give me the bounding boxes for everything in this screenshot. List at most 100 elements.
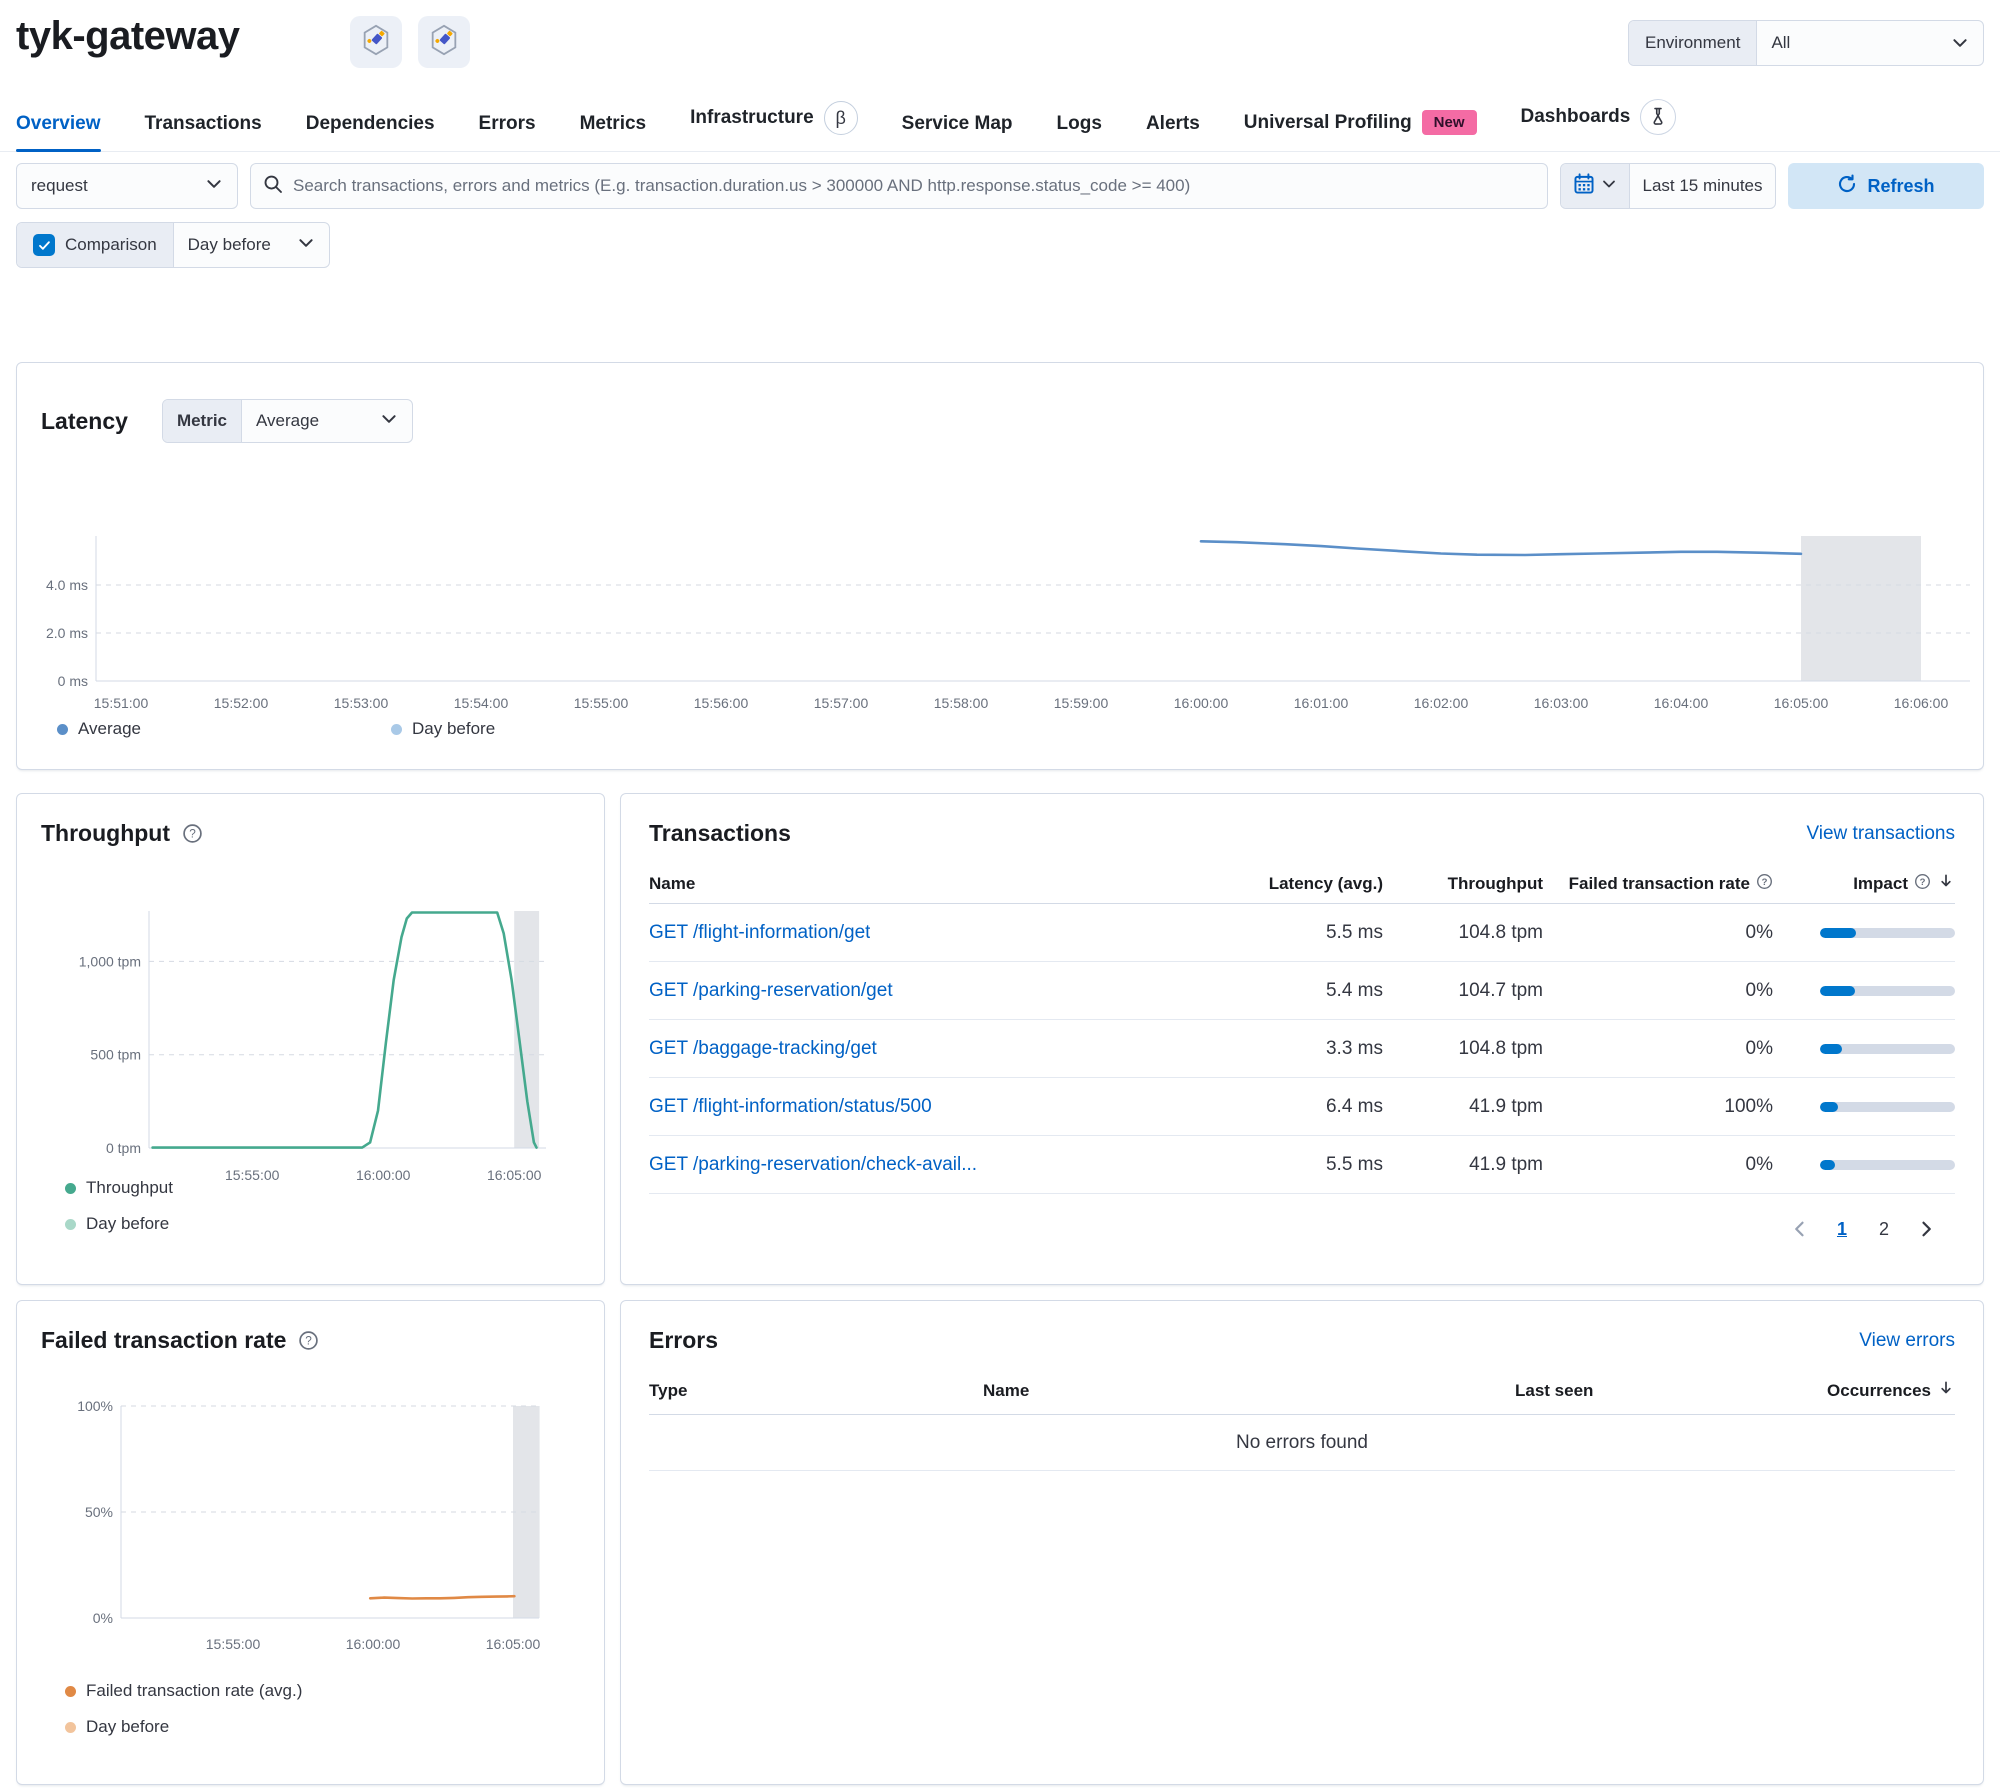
tab-alerts[interactable]: Alerts [1146, 113, 1200, 151]
tab-service-map[interactable]: Service Map [902, 113, 1013, 151]
sort-desc-icon [1937, 872, 1955, 895]
svg-text:15:55:00: 15:55:00 [206, 1636, 261, 1652]
comparison-select[interactable]: Day before [174, 223, 329, 267]
col-latency[interactable]: Latency (avg.) [1233, 874, 1383, 894]
search-input[interactable] [293, 176, 1535, 196]
chevron-down-icon [205, 175, 223, 198]
impact-bar [1820, 928, 1955, 938]
col-type[interactable]: Type [649, 1381, 983, 1401]
throughput-title: Throughput [41, 820, 171, 846]
help-icon: ? [1914, 873, 1931, 895]
legend-label: Day before [86, 1214, 170, 1233]
service-agent-button[interactable] [350, 16, 402, 68]
svg-text:16:05:00: 16:05:00 [487, 1167, 542, 1183]
time-range-picker[interactable]: Last 15 minutes [1560, 163, 1776, 209]
refresh-label: Refresh [1867, 175, 1935, 196]
errors-table-header: Type Name Last seen Occurrences [649, 1379, 1955, 1415]
col-impact[interactable]: Impact ? [1773, 872, 1955, 895]
metric-label: Metric [162, 400, 243, 442]
telescope-icon [428, 23, 460, 62]
legend-item[interactable]: Throughput [65, 1178, 173, 1198]
col-error-name[interactable]: Name [983, 1381, 1515, 1401]
pagination: 12 [1783, 1212, 1943, 1246]
calendar-icon [1573, 172, 1595, 200]
tab-label: Infrastructure [690, 107, 814, 128]
help-icon[interactable]: ? [298, 1330, 319, 1351]
transaction-link[interactable]: GET /baggage-tracking/get [649, 1020, 877, 1078]
comparison-checkbox[interactable] [33, 234, 55, 256]
environment-value: All [1771, 33, 1791, 52]
tab-label: Errors [478, 113, 536, 134]
legend-label: Failed transaction rate (avg.) [86, 1681, 303, 1700]
latency-metric-select[interactable]: Metric Average [161, 399, 414, 443]
transaction-link[interactable]: GET /parking-reservation/get [649, 962, 893, 1020]
environment-select[interactable]: Environment All [1628, 20, 1984, 66]
tab-transactions[interactable]: Transactions [145, 113, 262, 151]
help-icon[interactable]: ? [182, 823, 203, 844]
latency-title: Latency [41, 407, 128, 434]
col-failed-rate[interactable]: Failed transaction rate ? [1543, 873, 1773, 895]
impact-bar [1820, 986, 1955, 996]
tab-label: Universal Profiling [1243, 111, 1412, 133]
tab-logs[interactable]: Logs [1057, 113, 1102, 151]
legend-dot-icon [65, 1218, 76, 1230]
tab-errors[interactable]: Errors [479, 113, 536, 151]
col-last-seen[interactable]: Last seen [1515, 1381, 1755, 1401]
legend-dot-icon [57, 723, 68, 735]
svg-text:15:54:00: 15:54:00 [454, 695, 509, 711]
cell-throughput: 104.8 tpm [1458, 1038, 1544, 1059]
beaker-icon [1640, 99, 1677, 135]
help-icon: ? [1756, 873, 1773, 895]
tab-universal-profiling[interactable]: Universal Profiling New [1244, 110, 1477, 151]
transaction-link[interactable]: GET /flight-information/status/500 [649, 1078, 932, 1136]
col-throughput[interactable]: Throughput [1383, 874, 1543, 894]
tab-infrastructure[interactable]: Infrastructure β [690, 101, 858, 151]
cell-failed-rate: 100% [1724, 1096, 1773, 1117]
legend-item[interactable]: Day before [65, 1214, 169, 1234]
table-row: GET /baggage-tracking/get 3.3 ms 104.8 tpm… [649, 1020, 1955, 1078]
transaction-link[interactable]: GET /parking-reservation/check-avail... [649, 1136, 977, 1194]
view-errors-link[interactable]: View errors [1859, 1330, 1955, 1352]
svg-text:?: ? [1762, 876, 1768, 887]
next-page-button[interactable] [1909, 1212, 1943, 1246]
page-button-2[interactable]: 2 [1867, 1212, 1901, 1246]
transaction-link[interactable]: GET /flight-information/get [649, 904, 870, 962]
cell-latency: 5.5 ms [1325, 1154, 1383, 1175]
apm-service-overview: tyk-gateway Environment All Overview Tra… [0, 0, 2000, 1788]
legend-item[interactable]: Day before [65, 1717, 169, 1737]
transaction-type-select[interactable]: request [16, 163, 238, 209]
page-button-1[interactable]: 1 [1825, 1212, 1859, 1246]
svg-text:50%: 50% [85, 1504, 113, 1520]
comparison-value: Day before [187, 235, 271, 254]
view-transactions-link[interactable]: View transactions [1806, 823, 1955, 845]
tab-label: Metrics [579, 113, 647, 134]
refresh-icon [1837, 173, 1857, 199]
col-occurrences[interactable]: Occurrences [1755, 1379, 1955, 1402]
chevron-down-icon [380, 410, 398, 433]
legend-item[interactable]: Average [57, 719, 141, 739]
service-agent-button-2[interactable] [418, 16, 470, 68]
prev-page-button[interactable] [1783, 1212, 1817, 1246]
legend-label: Throughput [86, 1178, 173, 1197]
col-name[interactable]: Name [649, 874, 1233, 894]
latency-panel: 0 ms 2.0 ms 4.0 ms 15:51:00 15:52:00 15:53:00… [16, 362, 1984, 770]
tab-dashboards[interactable]: Dashboards [1521, 99, 1677, 151]
telescope-icon [360, 23, 392, 62]
cell-latency: 3.3 ms [1325, 1038, 1383, 1059]
table-row: GET /parking-reservation/check-avail... 5… [649, 1136, 1955, 1194]
legend-item[interactable]: Day before [391, 719, 495, 739]
legend-item[interactable]: Failed transaction rate (avg.) [65, 1681, 302, 1701]
refresh-button[interactable]: Refresh [1788, 163, 1984, 209]
tab-overview[interactable]: Overview [16, 113, 101, 152]
cell-latency: 5.4 ms [1325, 980, 1383, 1001]
cell-throughput: 41.9 tpm [1469, 1154, 1543, 1175]
chevron-down-icon [297, 234, 315, 257]
tab-label: Service Map [901, 113, 1013, 134]
svg-text:0 tpm: 0 tpm [106, 1140, 141, 1156]
svg-text:4.0 ms: 4.0 ms [46, 577, 88, 593]
comparison-label: Comparison [65, 235, 157, 254]
cell-failed-rate: 0% [1745, 980, 1773, 1001]
tab-dependencies[interactable]: Dependencies [306, 113, 435, 151]
tab-metrics[interactable]: Metrics [580, 113, 647, 151]
svg-text:0 ms: 0 ms [58, 673, 88, 689]
